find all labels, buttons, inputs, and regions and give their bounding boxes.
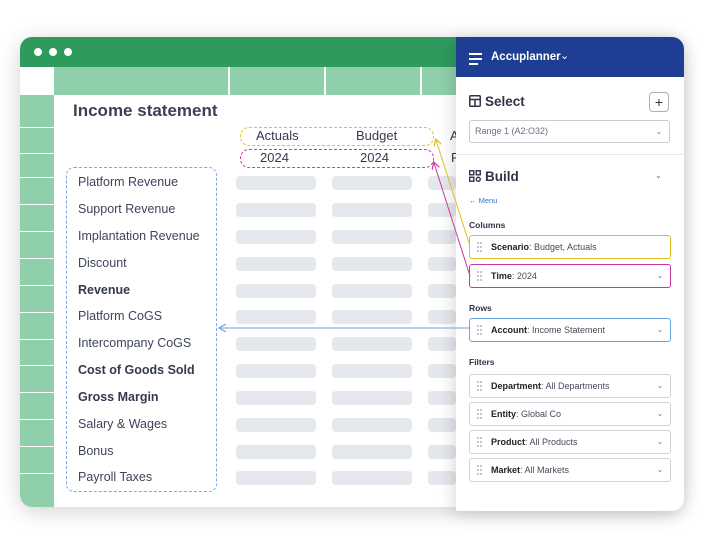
- time-connector-arrow: [434, 163, 471, 277]
- scenario-connector-arrow: [436, 140, 471, 247]
- mapping-connectors: [0, 0, 471, 545]
